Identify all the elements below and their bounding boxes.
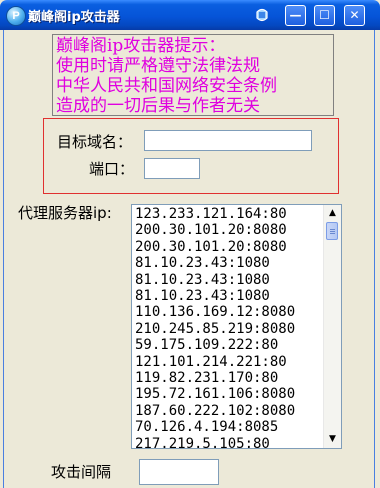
proxy-list-item[interactable]: 59.175.109.222:80 bbox=[135, 337, 321, 353]
maximize-button[interactable]: ☐ bbox=[314, 5, 335, 26]
port-label: 端口： bbox=[89, 160, 135, 178]
warning-line: 造成的一切后果与作者无关 bbox=[56, 96, 260, 116]
warning-notice: 巅峰阁ip攻击器提示： 使用时请严格遵守法律法规 中华人民共和国网络安全条例 造… bbox=[52, 34, 334, 116]
interval-input[interactable] bbox=[139, 459, 219, 485]
proxy-label: 代理服务器ip: bbox=[18, 204, 112, 222]
proxy-lines: 123.233.121.164:80 200.30.101.20:8080 200.… bbox=[132, 205, 324, 448]
proxy-list-item[interactable]: 123.233.121.164:80 bbox=[135, 206, 321, 222]
port-input[interactable] bbox=[144, 158, 200, 179]
vertical-scrollbar[interactable]: ▲ ▼ bbox=[323, 205, 341, 448]
domain-label: 目标域名： bbox=[57, 133, 133, 151]
scroll-thumb[interactable] bbox=[326, 222, 338, 240]
scroll-down-arrow-icon[interactable]: ▼ bbox=[324, 431, 341, 448]
proxy-list-item[interactable]: 200.30.101.20:8080 bbox=[135, 222, 321, 238]
interval-label: 攻击间隔 bbox=[51, 463, 112, 481]
proxy-list-item[interactable]: 70.126.4.194:8085 bbox=[135, 419, 321, 435]
warning-line: 使用时请严格遵守法律法规 bbox=[56, 56, 260, 76]
thumb-grip-line bbox=[330, 233, 335, 234]
scroll-up-arrow-icon[interactable]: ▲ bbox=[324, 205, 341, 222]
minimize-button[interactable]: — bbox=[285, 5, 306, 26]
window-title: 巅峰阁ip攻击器 bbox=[28, 10, 120, 25]
thumb-grip-line bbox=[330, 231, 335, 232]
pin-icon[interactable] bbox=[253, 6, 271, 24]
proxy-list-item[interactable]: 210.245.85.219:8080 bbox=[135, 321, 321, 337]
target-group: 目标域名： 端口： bbox=[43, 118, 339, 194]
proxy-list-item[interactable]: 195.72.161.106:8080 bbox=[135, 386, 321, 402]
proxy-list-item[interactable]: 187.60.222.102:8080 bbox=[135, 403, 321, 419]
title-bar[interactable]: P 巅峰阁ip攻击器 — ☐ ✕ bbox=[0, 0, 380, 30]
proxy-list-item[interactable]: 200.30.101.20:8080 bbox=[135, 239, 321, 255]
app-window: P 巅峰阁ip攻击器 — ☐ ✕ 巅峰阁ip攻击器提示： 使用时请严格遵守法律法… bbox=[0, 0, 380, 488]
proxy-list-item[interactable]: 110.136.169.12:8080 bbox=[135, 304, 321, 320]
proxy-list-item[interactable]: 119.82.231.170:80 bbox=[135, 370, 321, 386]
proxy-listbox[interactable]: 123.233.121.164:80 200.30.101.20:8080 200.… bbox=[131, 204, 342, 449]
thumb-grip-line bbox=[330, 229, 335, 230]
warning-line: 中华人民共和国网络安全条例 bbox=[56, 76, 277, 96]
warning-line: 巅峰阁ip攻击器提示： bbox=[56, 36, 226, 56]
close-button[interactable]: ✕ bbox=[344, 5, 365, 26]
proxy-list-item[interactable]: 121.101.214.221:80 bbox=[135, 354, 321, 370]
proxy-list-item[interactable]: 81.10.23.43:1080 bbox=[135, 255, 321, 271]
client-area: 巅峰阁ip攻击器提示： 使用时请严格遵守法律法规 中华人民共和国网络安全条例 造… bbox=[3, 30, 375, 488]
proxy-list-item[interactable]: 81.10.23.43:1080 bbox=[135, 272, 321, 288]
proxy-list-item[interactable]: 217.219.5.105:80 bbox=[135, 436, 321, 448]
proxy-list-item[interactable]: 81.10.23.43:1080 bbox=[135, 288, 321, 304]
app-icon[interactable]: P bbox=[6, 6, 26, 26]
domain-input[interactable] bbox=[144, 130, 312, 151]
